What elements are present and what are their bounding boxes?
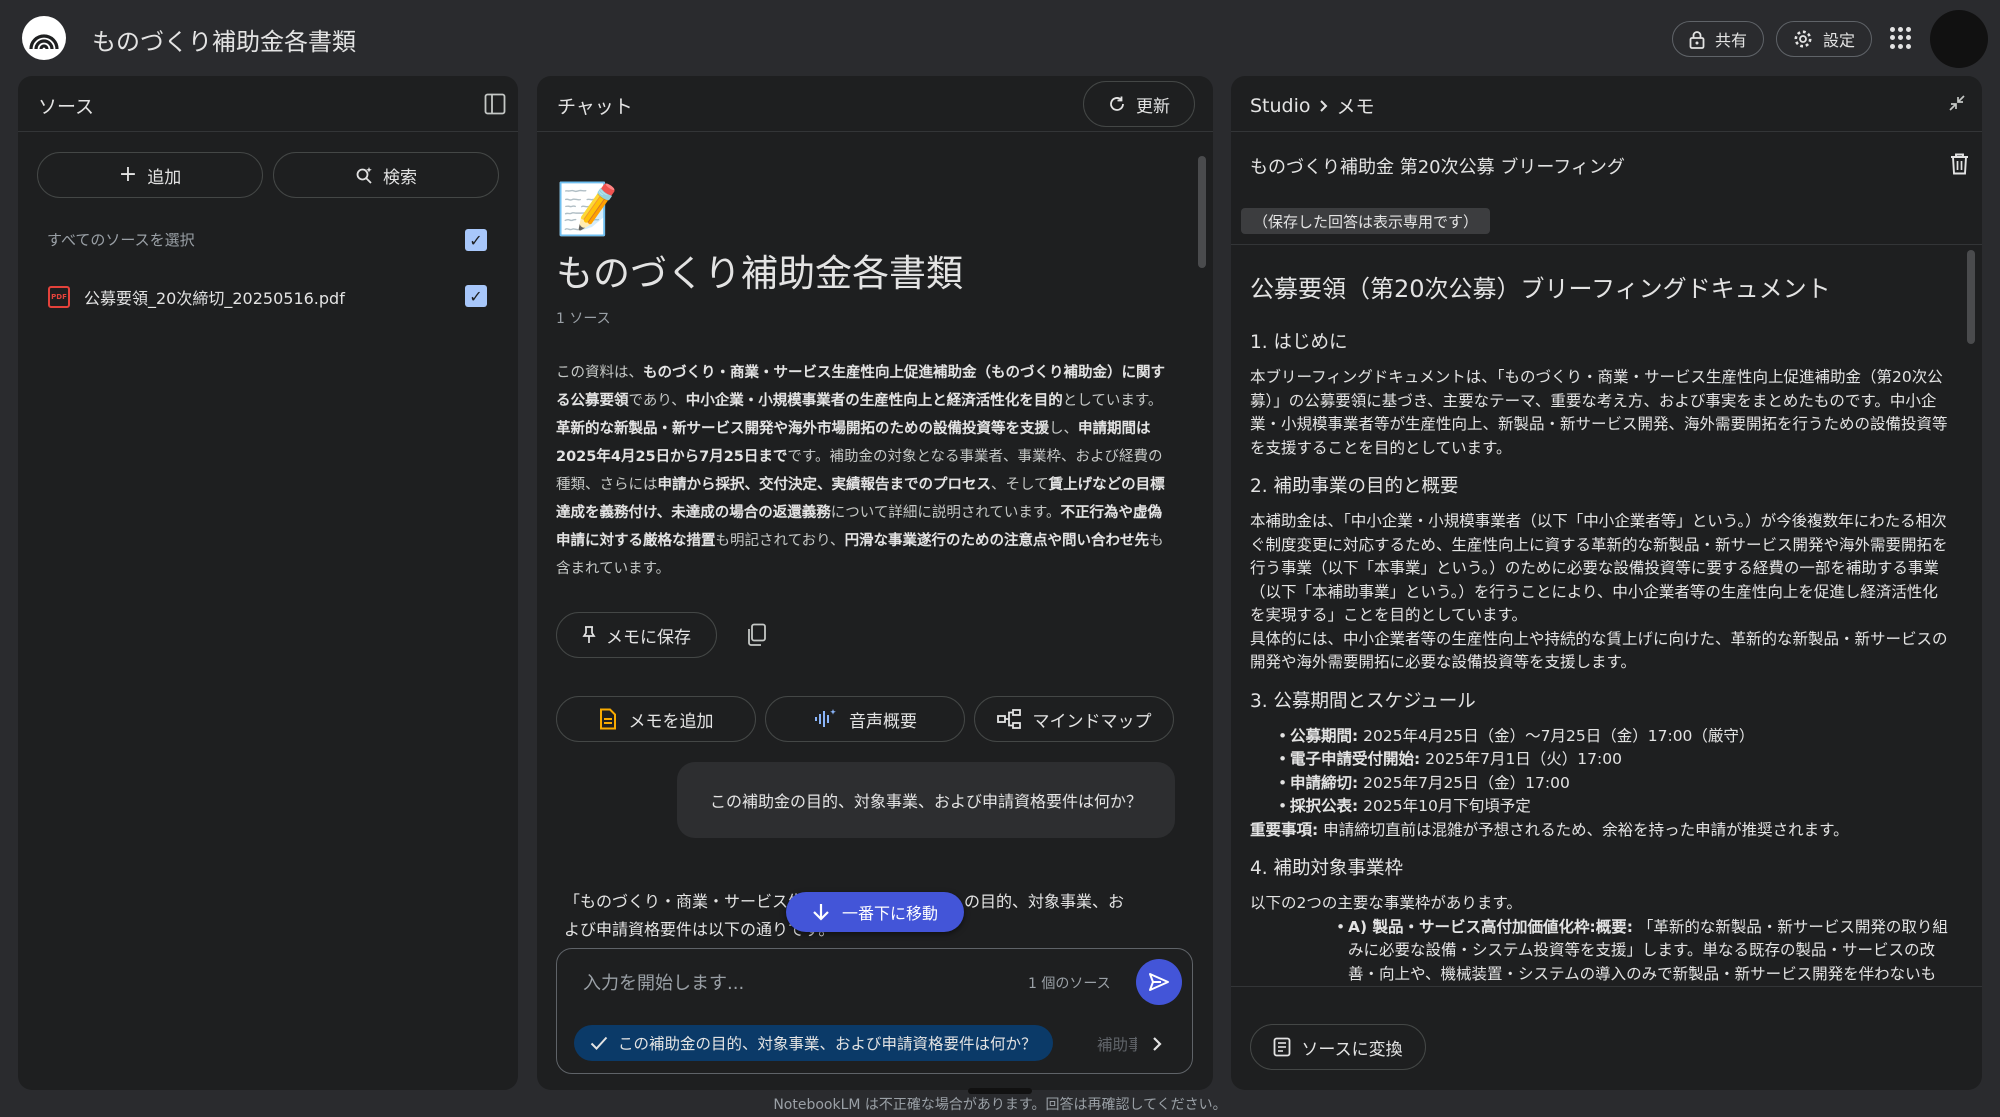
copy-icon[interactable] bbox=[746, 623, 768, 647]
breadcrumb-memo: メモ bbox=[1336, 96, 1375, 118]
trash-icon[interactable] bbox=[1950, 153, 1969, 175]
schedule-list: 公募期間: 2025年4月25日（金）〜7月25日（金）17:00（厳守） 電子… bbox=[1278, 725, 1950, 819]
pin-icon bbox=[582, 626, 596, 644]
chat-input-box: 入力を開始します... 1 個のソース この補助金の目的、対象事業、および申請資… bbox=[556, 948, 1193, 1074]
section-heading: 2. 補助事業の目的と概要 bbox=[1250, 476, 1459, 497]
list-item: A) 製品・サービス高付加価値化枠:概要: 「革新的な新製品・新サービス開発の取… bbox=[1336, 916, 1950, 987]
share-label: 共有 bbox=[1715, 31, 1748, 50]
plus-icon: + bbox=[118, 162, 138, 187]
lock-icon bbox=[1689, 30, 1705, 49]
chevron-right-icon[interactable] bbox=[1137, 1027, 1177, 1061]
settings-button[interactable]: 設定 bbox=[1776, 21, 1873, 57]
select-all-label: すべてのソースを選択 bbox=[47, 231, 195, 249]
frame-list: A) 製品・サービス高付加価値化枠:概要: 「革新的な新製品・新サービス開発の取… bbox=[1336, 916, 1950, 987]
send-icon bbox=[1148, 972, 1170, 992]
search-sparkle-icon bbox=[355, 166, 373, 184]
chat-panel: チャット 更新 📝 ものづくり補助金各書類 1 ソース この資料は、ものづくり・… bbox=[537, 76, 1213, 1090]
audio-overview-button[interactable]: 音声概要 bbox=[765, 696, 965, 742]
refresh-icon bbox=[1108, 95, 1126, 113]
avatar[interactable] bbox=[1930, 10, 1988, 68]
doc-heading: 公募要領（第20次公募）ブリーフィングドキュメント bbox=[1250, 275, 1831, 303]
disclaimer: NotebookLM は不正確な場合があります。回答は再確認してください。 bbox=[773, 1097, 1227, 1113]
scroll-bottom-label: 一番下に移動 bbox=[841, 904, 938, 923]
sources-header: ソース bbox=[18, 76, 518, 132]
select-all-checkbox[interactable]: ✓ bbox=[465, 229, 487, 251]
search-sources-label: 検索 bbox=[383, 167, 417, 188]
readonly-note: （保存した回答は表示専用です） bbox=[1241, 208, 1491, 234]
breadcrumb: Studio メモ bbox=[1250, 92, 1375, 119]
collapse-icon[interactable] bbox=[1948, 94, 1966, 112]
chat-header: チャット 更新 bbox=[537, 76, 1213, 132]
list-item: 採択公表: 2025年10月下旬頃予定 bbox=[1278, 795, 1950, 819]
audio-waveform-icon bbox=[813, 708, 837, 730]
studio-panel: Studio メモ ものづくり補助金 第20次公募 ブリーフィング （保存した回… bbox=[1231, 76, 1982, 1090]
top-bar: ものづくり補助金各書類 共有 設定 bbox=[0, 0, 2000, 74]
studio-header: Studio メモ bbox=[1231, 76, 1982, 132]
add-source-button[interactable]: + 追加 bbox=[37, 152, 263, 198]
convert-to-source-button[interactable]: ソースに変換 bbox=[1250, 1024, 1426, 1070]
chat-input[interactable]: 入力を開始します... bbox=[583, 969, 744, 995]
input-source-count: 1 個のソース bbox=[1028, 976, 1111, 992]
search-sources-button[interactable]: 検索 bbox=[273, 152, 499, 198]
pdf-icon: PDF bbox=[48, 286, 70, 308]
important-note: 重要事項: 申請締切直前は混雑が予想されるため、余裕を持った申請が推奨されます。 bbox=[1250, 820, 1849, 839]
memo-content-viewport: 公募要領（第20次公募）ブリーフィングドキュメント 1. はじめに 本ブリーフィ… bbox=[1231, 245, 1982, 986]
source-count: 1 ソース bbox=[556, 311, 611, 327]
add-source-label: 追加 bbox=[147, 167, 182, 188]
sources-title: ソース bbox=[38, 96, 95, 118]
section-body: 本ブリーフィングドキュメントは、「ものづくり・商業・サービス生産性向上促進補助金… bbox=[1250, 368, 1948, 457]
section-heading: 1. はじめに bbox=[1250, 332, 1348, 353]
list-item: 公募期間: 2025年4月25日（金）〜7月25日（金）17:00（厳守） bbox=[1278, 725, 1950, 749]
mindmap-icon bbox=[996, 709, 1021, 729]
suggestion-label: この補助金の目的、対象事業、および申請資格要件は何か？ bbox=[618, 1035, 1037, 1053]
section-heading: 3. 公募期間とスケジュール bbox=[1250, 690, 1476, 712]
source-checkbox[interactable]: ✓ bbox=[465, 285, 487, 307]
notebook-summary: この資料は、ものづくり・商業・サービス生産性向上促進補助金（ものづくり補助金）に… bbox=[556, 365, 1165, 577]
section-body: 以下の2つの主要な事業枠があります。 bbox=[1250, 894, 1522, 912]
suggestion-chip[interactable]: この補助金の目的、対象事業、および申請資格要件は何か？ bbox=[574, 1025, 1053, 1061]
chat-title: チャット bbox=[557, 96, 633, 118]
check-icon bbox=[590, 1036, 608, 1050]
memo-pencil-icon: 📝 bbox=[556, 180, 619, 238]
breadcrumb-studio[interactable]: Studio bbox=[1250, 95, 1311, 117]
sources-panel: ソース + 追加 検索 すべてのソースを選択 ✓ PDF 公募要領_20次締切_… bbox=[18, 76, 518, 1090]
apps-grid-icon[interactable] bbox=[1890, 27, 1912, 49]
refresh-button[interactable]: 更新 bbox=[1083, 81, 1195, 127]
send-button[interactable] bbox=[1136, 959, 1182, 1005]
document-icon bbox=[599, 708, 617, 730]
section-body: 本補助金は、「中小企業・小規模事業者（以下「中小企業者等」という。）が今後複数年… bbox=[1250, 512, 1948, 624]
add-memo-label: メモを追加 bbox=[628, 711, 714, 732]
memo-title[interactable]: ものづくり補助金 第20次公募 ブリーフィング bbox=[1250, 153, 1625, 179]
notebook-title[interactable]: ものづくり補助金各書類 bbox=[92, 22, 356, 57]
refresh-label: 更新 bbox=[1136, 96, 1170, 117]
divider bbox=[1231, 986, 1982, 987]
list-item: 申請締切: 2025年7月25日（金）17:00 bbox=[1278, 772, 1950, 796]
source-name: 公募要領_20次締切_20250516.pdf bbox=[84, 289, 345, 308]
convert-source-label: ソースに変換 bbox=[1301, 1039, 1403, 1060]
chevron-right-icon bbox=[1319, 99, 1329, 113]
notebooklm-logo-icon[interactable] bbox=[22, 16, 66, 60]
save-to-memo-button[interactable]: メモに保存 bbox=[556, 612, 717, 658]
share-button[interactable]: 共有 bbox=[1672, 21, 1765, 57]
memo-document: 公募要領（第20次公募）ブリーフィングドキュメント 1. はじめに 本ブリーフィ… bbox=[1250, 255, 1950, 986]
mindmap-button[interactable]: マインドマップ bbox=[974, 696, 1174, 742]
user-message: この補助金の目的、対象事業、および申請資格要件は何か？ bbox=[677, 762, 1175, 838]
section-body: 具体的には、中小企業者等の生産性向上や持続的な賃上げに向けた、革新的な新製品・新… bbox=[1250, 629, 1948, 672]
arrow-down-icon bbox=[812, 902, 830, 922]
save-memo-label: メモに保存 bbox=[606, 627, 691, 648]
settings-label: 設定 bbox=[1823, 31, 1856, 50]
convert-source-icon bbox=[1273, 1037, 1291, 1057]
list-item: 電子申請受付開始: 2025年7月1日（火）17:00 bbox=[1278, 748, 1950, 772]
collapse-panel-icon[interactable] bbox=[484, 93, 506, 115]
add-memo-button[interactable]: メモを追加 bbox=[556, 696, 756, 742]
gear-icon bbox=[1793, 29, 1813, 49]
notebook-heading: ものづくり補助金各書類 bbox=[556, 252, 963, 295]
audio-overview-label: 音声概要 bbox=[849, 711, 917, 732]
section-heading: 4. 補助対象事業枠 bbox=[1250, 858, 1404, 879]
mindmap-label: マインドマップ bbox=[1032, 711, 1152, 732]
chat-scrollbar[interactable] bbox=[1198, 156, 1206, 268]
scroll-to-bottom-button[interactable]: 一番下に移動 bbox=[786, 892, 964, 932]
